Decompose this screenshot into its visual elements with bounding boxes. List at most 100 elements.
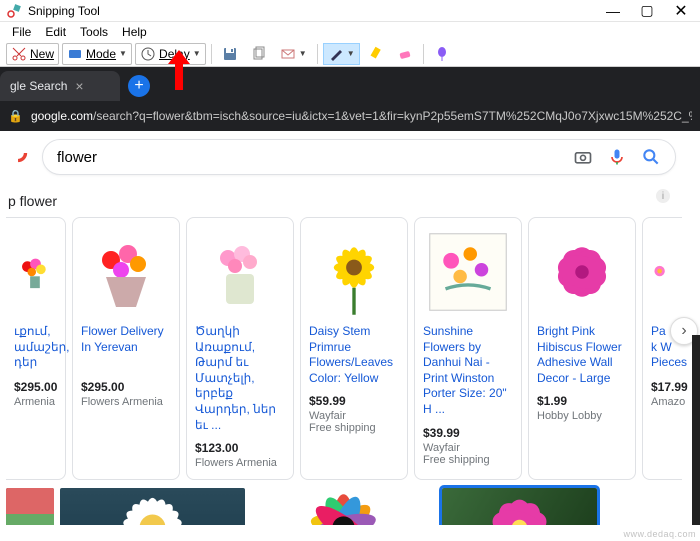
- search-bar[interactable]: [42, 139, 676, 175]
- search-icon[interactable]: [641, 147, 661, 167]
- product-title: Bright Pink Hibiscus Flower Adhesive Wal…: [537, 324, 627, 386]
- lock-icon: 🔒: [8, 109, 23, 123]
- delay-button[interactable]: Delay ▼: [135, 43, 206, 65]
- titlebar: Snipping Tool — ▢ ✕: [0, 0, 700, 22]
- product-source: Amazo: [651, 396, 674, 408]
- info-icon[interactable]: i: [656, 189, 670, 203]
- product-title: Sunshine Flowers by Danhui Nai - Print W…: [423, 324, 513, 418]
- menu-tools[interactable]: Tools: [74, 23, 114, 41]
- product-card[interactable]: Flower Delivery In Yerevan $295.00 Flowe…: [72, 217, 180, 480]
- shopping-row: ւքում, ամաշեր, դեր $295.00 Armenia Flowe…: [6, 217, 696, 480]
- image-result-selected[interactable]: [442, 488, 597, 525]
- product-price: $39.99: [423, 426, 513, 440]
- product-price: $123.00: [195, 441, 285, 455]
- menu-help[interactable]: Help: [116, 23, 153, 41]
- mode-label: Mode: [86, 47, 116, 61]
- product-card[interactable]: ւքում, ամաշեր, դեր $295.00 Armenia: [6, 217, 66, 480]
- highlighter-icon: [368, 46, 384, 62]
- chevron-down-icon: ▼: [299, 49, 307, 58]
- product-title: ւքում, ամաշեր, դեր: [14, 324, 57, 372]
- minimize-button[interactable]: —: [596, 0, 630, 22]
- mail-icon: [280, 46, 296, 62]
- menubar: File Edit Tools Help: [0, 22, 700, 41]
- daisy-image: [309, 227, 399, 317]
- tab-title: gle Search: [10, 79, 67, 93]
- highlighter-button[interactable]: [363, 43, 389, 65]
- scissors-icon: [11, 46, 27, 62]
- camera-icon[interactable]: [573, 147, 593, 167]
- product-title: Ծաղկի Առաքում, Թարմ եւ Մատչելի, երբեք Վա…: [195, 324, 285, 433]
- mic-icon[interactable]: [607, 147, 627, 167]
- separator: [211, 44, 212, 64]
- product-price: $295.00: [14, 380, 57, 394]
- delay-label: Delay: [159, 47, 190, 61]
- window-controls: — ▢ ✕: [596, 0, 698, 22]
- flower-image: [651, 261, 674, 284]
- captured-content: gle Search × + 🔒 google.com/search?q=flo…: [0, 67, 700, 541]
- hibiscus-image: [537, 227, 627, 317]
- painting-image: [423, 227, 513, 317]
- product-source: Wayfair: [309, 410, 399, 422]
- product-price: $59.99: [309, 394, 399, 408]
- google-content: i p flower ւքում, ամաշեր, դեր $295.00 Ar…: [0, 131, 700, 525]
- chevron-down-icon: ▼: [193, 49, 201, 58]
- eraser-icon: [397, 46, 413, 62]
- menu-file[interactable]: File: [6, 23, 37, 41]
- address-bar: 🔒 google.com/search?q=flower&tbm=isch&so…: [0, 101, 700, 131]
- section-heading: p flower: [8, 193, 696, 209]
- separator: [423, 44, 424, 64]
- image-result[interactable]: [6, 488, 54, 525]
- bouquet-image: [14, 232, 57, 312]
- balloon-icon: [434, 46, 450, 62]
- browser-tabstrip: gle Search × +: [0, 67, 700, 101]
- separator: [317, 44, 318, 64]
- paint3d-button[interactable]: [429, 43, 455, 65]
- watermark-text: www.dedaq.com: [623, 529, 696, 539]
- product-card[interactable]: Ծաղկի Առաքում, Թարմ եւ Մատչելի, երբեք Վա…: [186, 217, 294, 480]
- scrollbar-thumb[interactable]: [692, 335, 700, 525]
- google-logo-icon[interactable]: [8, 143, 28, 163]
- new-label: New: [30, 47, 54, 61]
- url-text[interactable]: google.com/search?q=flower&tbm=isch&sour…: [31, 109, 692, 123]
- menu-edit[interactable]: Edit: [39, 23, 72, 41]
- pen-button[interactable]: ▼: [323, 43, 360, 65]
- new-button[interactable]: New: [6, 43, 59, 65]
- save-button[interactable]: [217, 43, 243, 65]
- product-card[interactable]: Pa k W Pieces $17.99 Amazo: [642, 217, 682, 480]
- product-source: Hobby Lobby: [537, 410, 627, 422]
- close-button[interactable]: ✕: [664, 0, 698, 22]
- product-source: Armenia: [14, 396, 57, 408]
- mode-icon: [67, 46, 83, 62]
- window-title: Snipping Tool: [28, 4, 596, 18]
- image-results-row: [6, 488, 696, 525]
- product-price: $1.99: [537, 394, 627, 408]
- product-source: Flowers Armenia: [81, 396, 171, 408]
- toolbar: New Mode ▼ Delay ▼ ▼ ▼: [0, 41, 700, 67]
- copy-icon: [251, 46, 267, 62]
- search-input[interactable]: [57, 149, 573, 166]
- image-result[interactable]: [60, 488, 245, 525]
- new-tab-button[interactable]: +: [128, 75, 150, 97]
- product-card[interactable]: Daisy Stem Primrue Flowers/Leaves Color:…: [300, 217, 408, 480]
- mail-button[interactable]: ▼: [275, 43, 312, 65]
- chevron-down-icon: ▼: [347, 49, 355, 58]
- product-source: Wayfair: [423, 442, 513, 454]
- browser-tab[interactable]: gle Search ×: [0, 71, 120, 101]
- image-result[interactable]: [251, 488, 436, 525]
- maximize-button[interactable]: ▢: [630, 0, 664, 22]
- snipping-tool-icon: [6, 3, 22, 19]
- product-source: Flowers Armenia: [195, 457, 285, 469]
- eraser-button[interactable]: [392, 43, 418, 65]
- product-shipping: Free shipping: [309, 422, 399, 434]
- product-card[interactable]: Sunshine Flowers by Danhui Nai - Print W…: [414, 217, 522, 480]
- tab-close-icon[interactable]: ×: [75, 78, 83, 94]
- mode-button[interactable]: Mode ▼: [62, 43, 132, 65]
- save-icon: [222, 46, 238, 62]
- product-card[interactable]: Bright Pink Hibiscus Flower Adhesive Wal…: [528, 217, 636, 480]
- clock-icon: [140, 46, 156, 62]
- copy-button[interactable]: [246, 43, 272, 65]
- product-title: Flower Delivery In Yerevan: [81, 324, 171, 372]
- product-title: Daisy Stem Primrue Flowers/Leaves Color:…: [309, 324, 399, 386]
- product-shipping: Free shipping: [423, 454, 513, 466]
- pen-icon: [328, 46, 344, 62]
